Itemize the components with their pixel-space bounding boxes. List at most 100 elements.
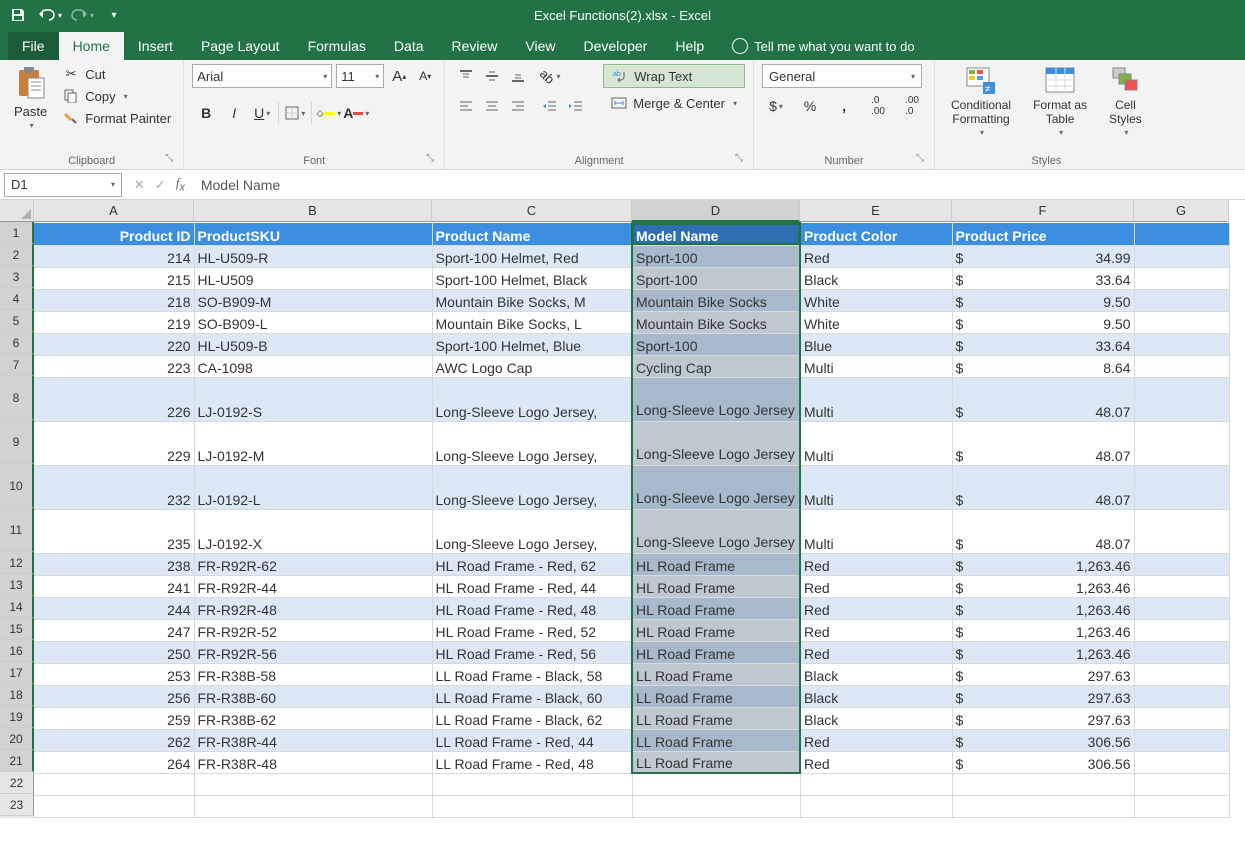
row-header-7[interactable]: 7 [0, 354, 34, 376]
cell[interactable]: Red [800, 751, 952, 773]
tab-developer[interactable]: Developer [570, 32, 662, 60]
cell[interactable]: Long-Sleeve Logo Jersey, [432, 377, 632, 421]
accounting-format-button[interactable]: $▾ [762, 94, 790, 118]
cell[interactable]: White [800, 289, 952, 311]
cell[interactable]: FR-R38B-58 [194, 663, 432, 685]
row-header-4[interactable]: 4 [0, 288, 34, 310]
cell[interactable] [194, 773, 432, 795]
spreadsheet-grid[interactable]: ABCDEFG 12345678910111213141516171819202… [0, 200, 1245, 865]
column-header-E[interactable]: E [800, 200, 952, 222]
row-header-10[interactable]: 10 [0, 464, 34, 508]
cell[interactable]: 223 [34, 355, 194, 377]
cell[interactable] [1134, 333, 1229, 355]
cell[interactable]: $9.50 [952, 289, 1134, 311]
cell[interactable] [632, 773, 800, 795]
cell[interactable] [1134, 245, 1229, 267]
increase-decimal-button[interactable]: .0.00 [864, 94, 892, 118]
cell[interactable]: $306.56 [952, 751, 1134, 773]
align-middle-button[interactable] [479, 64, 505, 88]
decrease-decimal-button[interactable]: .00.0 [898, 94, 926, 118]
cell[interactable]: AWC Logo Cap [432, 355, 632, 377]
cell[interactable]: LL Road Frame [632, 663, 800, 685]
row-header-17[interactable]: 17 [0, 662, 34, 684]
cell[interactable]: CA-1098 [194, 355, 432, 377]
cell[interactable]: Red [800, 641, 952, 663]
cancel-formula-icon[interactable]: ✕ [134, 177, 145, 193]
cell[interactable]: 214 [34, 245, 194, 267]
cell[interactable]: Red [800, 729, 952, 751]
align-bottom-button[interactable] [505, 64, 531, 88]
cell[interactable]: Red [800, 553, 952, 575]
cell[interactable]: $1,263.46 [952, 619, 1134, 641]
cell[interactable]: LL Road Frame [632, 729, 800, 751]
dialog-launcher-icon[interactable]: ⤡ [914, 153, 926, 165]
tab-file[interactable]: File [8, 32, 59, 60]
cell[interactable]: Long-Sleeve Logo Jersey, [432, 421, 632, 465]
decrease-font-button[interactable]: A▾ [414, 64, 436, 88]
cell[interactable] [1134, 619, 1229, 641]
tab-view[interactable]: View [511, 32, 569, 60]
column-header-C[interactable]: C [432, 200, 632, 222]
font-color-button[interactable]: A▾ [342, 100, 370, 126]
cell[interactable]: Black [800, 685, 952, 707]
cell[interactable]: FR-R92R-56 [194, 641, 432, 663]
cell[interactable]: HL-U509 [194, 267, 432, 289]
row-header-8[interactable]: 8 [0, 376, 34, 420]
cell[interactable]: Multi [800, 509, 952, 553]
cell[interactable]: LL Road Frame - Black, 62 [432, 707, 632, 729]
cell[interactable]: Multi [800, 421, 952, 465]
cell[interactable]: Sport-100 [632, 333, 800, 355]
cell[interactable]: Sport-100 [632, 267, 800, 289]
row-header-12[interactable]: 12 [0, 552, 34, 574]
cell[interactable]: $48.07 [952, 421, 1134, 465]
cell[interactable]: Red [800, 575, 952, 597]
cell[interactable]: 226 [34, 377, 194, 421]
cell[interactable]: Sport-100 Helmet, Red [432, 245, 632, 267]
fx-icon[interactable]: fx [176, 175, 185, 194]
cell[interactable]: 264 [34, 751, 194, 773]
cell[interactable] [34, 795, 194, 817]
cell[interactable] [432, 773, 632, 795]
cell[interactable] [1134, 641, 1229, 663]
cell[interactable]: Long-Sleeve Logo Jersey, [432, 509, 632, 553]
cell[interactable]: SO-B909-M [194, 289, 432, 311]
cell[interactable]: Long-Sleeve Logo Jersey [632, 509, 800, 553]
redo-icon[interactable]: ▾ [70, 3, 94, 27]
cell[interactable]: White [800, 311, 952, 333]
cell[interactable]: $297.63 [952, 663, 1134, 685]
increase-indent-button[interactable] [563, 94, 589, 118]
number-format-combo[interactable]: General▾ [762, 64, 922, 88]
cell[interactable]: $48.07 [952, 509, 1134, 553]
cell[interactable] [1134, 289, 1229, 311]
cell[interactable]: $1,263.46 [952, 553, 1134, 575]
cell[interactable]: LJ-0192-S [194, 377, 432, 421]
row-header-18[interactable]: 18 [0, 684, 34, 706]
cell[interactable]: HL Road Frame - Red, 56 [432, 641, 632, 663]
cell[interactable] [1134, 553, 1229, 575]
cell[interactable]: Red [800, 597, 952, 619]
cell[interactable] [1134, 685, 1229, 707]
cell[interactable]: 235 [34, 509, 194, 553]
cell[interactable]: HL Road Frame - Red, 48 [432, 597, 632, 619]
cell[interactable]: Sport-100 Helmet, Blue [432, 333, 632, 355]
font-name-combo[interactable]: Arial▾ [192, 64, 332, 88]
format-painter-button[interactable]: Format Painter [59, 108, 175, 128]
cell[interactable]: Sport-100 [632, 245, 800, 267]
tell-me-search[interactable]: Tell me what you want to do [718, 32, 928, 60]
enter-formula-icon[interactable]: ✓ [155, 177, 166, 193]
cell[interactable]: Mountain Bike Socks, L [432, 311, 632, 333]
wrap-text-button[interactable]: ab Wrap Text [603, 64, 745, 88]
column-header-A[interactable]: A [34, 200, 194, 222]
cell[interactable]: 256 [34, 685, 194, 707]
cell[interactable]: LL Road Frame [632, 751, 800, 773]
align-right-button[interactable] [505, 94, 531, 118]
tab-insert[interactable]: Insert [124, 32, 187, 60]
cell[interactable]: FR-R92R-48 [194, 597, 432, 619]
row-header-5[interactable]: 5 [0, 310, 34, 332]
tab-formulas[interactable]: Formulas [294, 32, 380, 60]
cell[interactable]: FR-R92R-62 [194, 553, 432, 575]
cell[interactable] [952, 795, 1134, 817]
cell[interactable]: 220 [34, 333, 194, 355]
cell[interactable]: LJ-0192-X [194, 509, 432, 553]
cell[interactable]: Long-Sleeve Logo Jersey [632, 377, 800, 421]
